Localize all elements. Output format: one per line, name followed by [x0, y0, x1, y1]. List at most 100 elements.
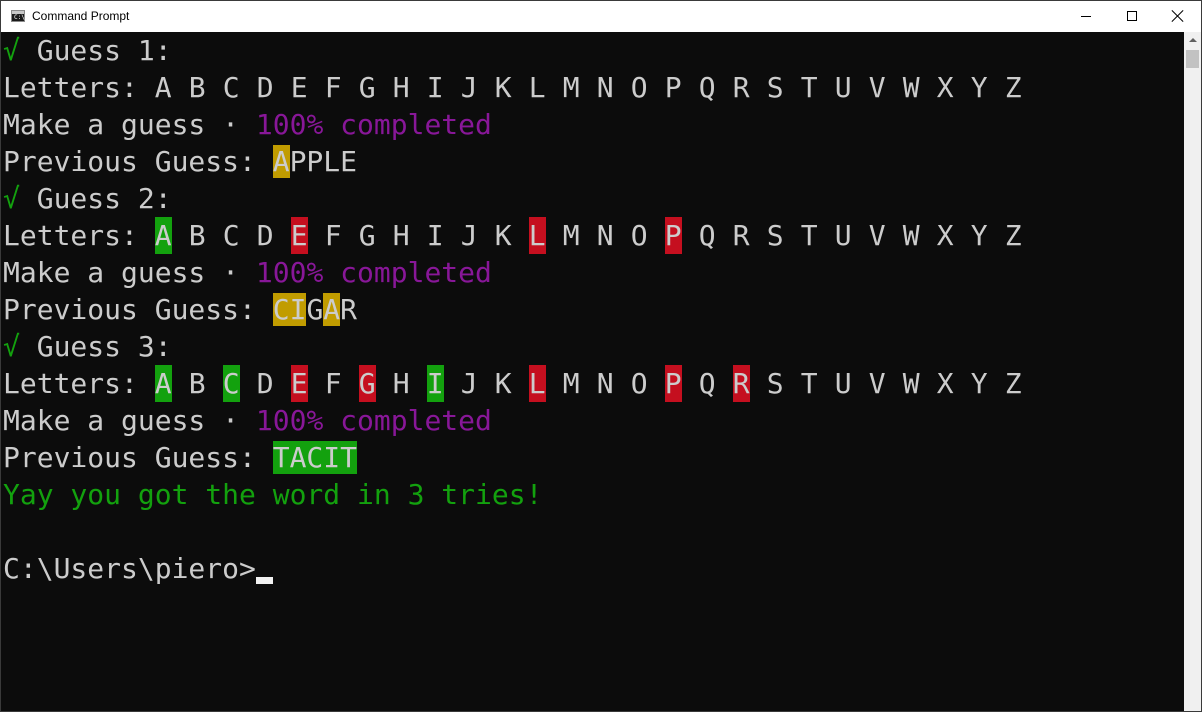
letter-tile: Q — [698, 367, 716, 400]
letter-tile: O — [630, 219, 648, 252]
console-text: Letters: — [3, 71, 155, 104]
letter-tile: J — [460, 71, 478, 104]
letter-tile: F — [324, 71, 342, 104]
command-prompt-icon[interactable]: C:\ — [11, 10, 25, 22]
console-line: Make a guess · 100% completed — [3, 254, 492, 291]
letter-tile: X — [936, 71, 954, 104]
maximize-button[interactable] — [1109, 1, 1155, 32]
console-text: Make a guess · — [3, 404, 256, 437]
letter-tile: S — [766, 367, 784, 400]
letter-tile: A — [154, 217, 172, 254]
letter-tile: V — [868, 219, 886, 252]
letter-tile: T — [800, 219, 818, 252]
letters-row: ABCDEFGHIJKLMNOPQRSTUVWXYZ — [154, 365, 1039, 402]
console-text: √ — [3, 330, 20, 363]
window-title: Command Prompt — [32, 9, 130, 23]
letter-tile: H — [392, 219, 410, 252]
console-line: Letters: ABCDEFGHIJKLMNOPQRSTUVWXYZ — [3, 217, 1039, 254]
title-bar[interactable]: C:\ Command Prompt — [1, 1, 1201, 32]
letter-tile: G — [358, 71, 376, 104]
console-line: √ Guess 2: — [3, 180, 172, 217]
console-text: √ — [3, 182, 20, 215]
command-prompt-window: C:\ Command Prompt √ Guess 1: Letters: AB… — [0, 0, 1202, 712]
letter-tile: R — [732, 365, 750, 402]
letter-tile: K — [494, 367, 512, 400]
vertical-scrollbar[interactable] — [1184, 32, 1201, 711]
letter-tile: U — [834, 219, 852, 252]
console-text: 100% completed — [255, 108, 492, 141]
console-text: Letters: — [3, 367, 155, 400]
letter-tile: X — [936, 219, 954, 252]
letter-tile: N — [596, 219, 614, 252]
letter-tile: S — [766, 71, 784, 104]
letter-tile: M — [562, 219, 580, 252]
console-text: 100% completed — [255, 404, 492, 437]
console-line: Previous Guess: CIGAR — [3, 291, 357, 328]
scroll-thumb[interactable] — [1186, 50, 1199, 68]
letter-tile: I — [426, 71, 444, 104]
letter-tile: R — [732, 71, 750, 104]
maximize-icon — [1127, 11, 1137, 21]
letter-tile: M — [562, 367, 580, 400]
letter-tile: S — [766, 219, 784, 252]
console-line: C:\Users\piero> — [3, 550, 273, 587]
console-line: √ Guess 3: — [3, 328, 172, 365]
letter-tile: Z — [1004, 367, 1022, 400]
console-text: TACIT — [272, 441, 358, 474]
console-text: CI — [272, 293, 307, 326]
console-text: A — [323, 293, 341, 326]
scroll-track[interactable] — [1184, 72, 1201, 711]
letter-tile: X — [936, 367, 954, 400]
letter-tile: P — [664, 217, 682, 254]
console-text: Yay you got the word in 3 tries! — [3, 478, 543, 511]
letter-tile: I — [426, 219, 444, 252]
letter-tile: U — [834, 367, 852, 400]
letters-row: ABCDEFGHIJKLMNOPQRSTUVWXYZ — [154, 217, 1039, 254]
arrow-up-icon[interactable] — [1184, 32, 1201, 49]
letter-tile: F — [324, 367, 342, 400]
console-text: Previous Guess: — [3, 145, 273, 178]
letter-tile: E — [290, 217, 308, 254]
console-line: Yay you got the word in 3 tries! — [3, 476, 542, 513]
letter-tile: G — [358, 219, 376, 252]
letter-tile: N — [596, 71, 614, 104]
letter-tile: W — [902, 71, 920, 104]
console-text: Previous Guess: — [3, 441, 273, 474]
letter-tile: M — [562, 71, 580, 104]
letter-tile: Y — [970, 367, 988, 400]
letter-tile: V — [868, 367, 886, 400]
letter-tile: L — [528, 365, 546, 402]
console-line: √ Guess 1: — [3, 32, 172, 69]
letter-tile: N — [596, 367, 614, 400]
letter-tile: Q — [698, 219, 716, 252]
letter-tile: D — [256, 219, 274, 252]
letter-tile: W — [902, 367, 920, 400]
console-text: Guess 3: — [19, 330, 172, 363]
app-icon-label: C:\ — [14, 14, 25, 21]
console-text: G — [306, 293, 324, 326]
letter-tile: H — [392, 367, 410, 400]
letter-tile: Q — [698, 71, 716, 104]
console-output[interactable]: √ Guess 1: Letters: ABCDEFGHIJKLMNOPQRSTU… — [1, 32, 1184, 711]
close-button[interactable] — [1155, 1, 1201, 32]
minimize-button[interactable] — [1063, 1, 1109, 32]
letter-tile: U — [834, 71, 852, 104]
letter-tile: J — [460, 367, 478, 400]
letter-tile: H — [392, 71, 410, 104]
letter-tile: R — [732, 219, 750, 252]
console-text: C:\Users\piero> — [3, 552, 256, 585]
letter-tile: K — [494, 219, 512, 252]
letter-tile: B — [188, 367, 206, 400]
letter-tile: P — [664, 71, 682, 104]
letter-tile: J — [460, 219, 478, 252]
console-text: 100% completed — [255, 256, 492, 289]
console-text: √ — [3, 34, 20, 67]
letter-tile: F — [324, 219, 342, 252]
console-text: A — [272, 145, 290, 178]
letter-tile: Z — [1004, 71, 1022, 104]
letter-tile: B — [188, 71, 206, 104]
console-text: PPLE — [289, 145, 358, 178]
console-text: Guess 1: — [19, 34, 172, 67]
letter-tile: L — [528, 217, 546, 254]
console-text: R — [340, 293, 358, 326]
